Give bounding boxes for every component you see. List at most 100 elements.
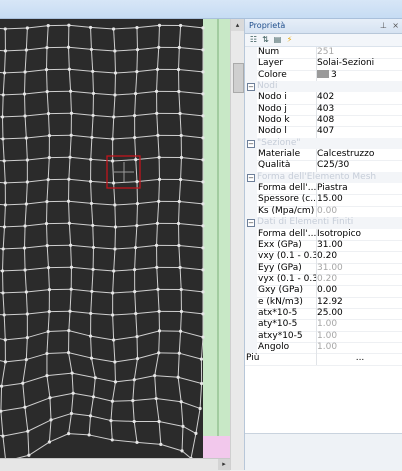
property-value[interactable]: ... [316, 353, 402, 365]
mesh-node [113, 360, 116, 363]
property-row[interactable]: vxy (0.1 - 0.3)0.20 [245, 251, 402, 262]
mesh-node [90, 202, 93, 205]
property-category[interactable]: −Forma dell'Elemento Mesh [245, 172, 402, 183]
property-row[interactable]: Num251 [245, 47, 402, 58]
mesh-edge [47, 373, 72, 376]
mesh-node [23, 224, 26, 227]
mesh-node [45, 46, 48, 49]
property-row[interactable]: Forma dell'...Piastra [245, 183, 402, 194]
mesh-edge [180, 113, 203, 115]
scroll-up-arrow-icon[interactable]: ▴ [231, 19, 244, 31]
property-row[interactable]: Ks (Mpa/cm)0.00 [245, 206, 402, 217]
top-toolbar-strip [0, 0, 402, 19]
mesh-edge [3, 116, 26, 117]
mesh-node [135, 26, 138, 29]
property-row[interactable]: Nodo k408 [245, 115, 402, 126]
mesh-edge [136, 160, 137, 182]
events-lightning-icon[interactable]: ⚡ [285, 35, 294, 44]
property-pages-icon[interactable]: ▤ [273, 35, 282, 44]
row-gutter [245, 274, 257, 285]
property-row[interactable]: e (kN/m3)12.92 [245, 297, 402, 308]
mesh-edge [91, 203, 92, 225]
sort-alpha-icon[interactable]: ⇅ [261, 35, 270, 44]
collapse-icon[interactable]: − [247, 140, 255, 148]
property-row[interactable]: Exx (GPa)31.00 [245, 240, 402, 251]
mesh-node [133, 136, 136, 139]
property-category[interactable]: −Nodi [245, 81, 402, 92]
mesh-node [112, 181, 115, 184]
property-row[interactable]: vyx (0.1 - 0.3)0.20 [245, 274, 402, 285]
mesh-node [48, 440, 51, 443]
mesh-canvas[interactable] [0, 19, 230, 458]
property-row[interactable]: LayerSolai-Sezioni [245, 58, 402, 69]
category-label: Dati di Elementi Finiti [257, 217, 353, 227]
mesh-viewport[interactable] [0, 19, 230, 458]
horizontal-scrollbar[interactable]: ▸ [0, 458, 230, 471]
category-header[interactable]: −"Sezione" [245, 138, 402, 149]
collapse-icon[interactable]: − [247, 83, 255, 91]
mesh-edge [26, 354, 47, 360]
mesh-edge [71, 91, 72, 113]
category-header[interactable]: −Nodi [245, 81, 402, 92]
property-row[interactable]: Nodo j403 [245, 104, 402, 115]
category-header[interactable]: −Dati di Elementi Finiti [245, 217, 402, 228]
mesh-edge [179, 47, 180, 69]
category-header[interactable]: −Forma dell'Elemento Mesh [245, 172, 402, 183]
vertical-scrollbar[interactable]: ▴ [230, 19, 245, 470]
mesh-node [1, 269, 4, 272]
mesh-edge [135, 292, 136, 314]
property-category[interactable]: −"Sezione" [245, 138, 402, 149]
mesh-node [201, 336, 204, 339]
property-row[interactable]: Eyy (GPa)31.00 [245, 263, 402, 274]
mesh-edge [26, 292, 27, 314]
close-icon[interactable]: × [392, 21, 399, 30]
mesh-node [157, 351, 160, 354]
property-row[interactable]: Forma dell'...Isotropico [245, 229, 402, 240]
property-row[interactable]: Spessore (c...15.00 [245, 194, 402, 205]
pin-icon[interactable]: ⊥ [380, 21, 387, 30]
mesh-edge [111, 401, 112, 420]
mesh-node [111, 159, 114, 162]
mesh-edge [50, 398, 51, 420]
property-row[interactable]: Angolo1.00 [245, 342, 402, 353]
mesh-edge [178, 377, 201, 383]
mesh-edge [113, 314, 136, 315]
property-row[interactable]: MaterialeCalcestruzzo [245, 149, 402, 160]
mesh-edge [91, 159, 113, 161]
scroll-thumb[interactable] [233, 63, 244, 93]
mesh-node [25, 358, 28, 361]
property-row[interactable]: atxy*10-51.00 [245, 331, 402, 342]
mesh-edge [23, 383, 25, 407]
property-row[interactable]: Colore3 [245, 70, 402, 81]
property-row[interactable]: atx*10-525.00 [245, 308, 402, 319]
mesh-node [68, 68, 71, 71]
categorized-icon[interactable]: ☷ [249, 35, 258, 44]
mesh-node [92, 246, 95, 249]
mesh-edge [4, 314, 27, 315]
collapse-icon[interactable]: − [247, 219, 255, 227]
mesh-node [70, 412, 73, 415]
property-row[interactable]: Gxy (GPa)0.00 [245, 285, 402, 296]
properties-toolbar: ☷ ⇅ ▤ ⚡ [245, 34, 402, 47]
property-row[interactable]: Nodo l407 [245, 126, 402, 137]
property-category[interactable]: −Dati di Elementi Finiti [245, 217, 402, 228]
property-row[interactable]: QualitàC25/30 [245, 160, 402, 171]
scroll-right-arrow-icon[interactable]: ▸ [218, 459, 230, 470]
mesh-node [133, 268, 136, 271]
mesh-edge [157, 201, 158, 223]
mesh-edge [25, 72, 26, 94]
mesh-edge [179, 179, 180, 201]
mesh-node [67, 432, 70, 435]
property-row[interactable]: Nodo i402 [245, 92, 402, 103]
mesh-edge [71, 245, 94, 247]
property-label: Più [245, 353, 317, 365]
property-row[interactable]: aty*10-51.00 [245, 319, 402, 330]
mesh-edge [25, 204, 26, 226]
color-index: 3 [331, 70, 337, 80]
mesh-node [25, 202, 28, 205]
mesh-node [201, 26, 204, 29]
property-row[interactable]: Più... [245, 353, 402, 364]
mesh-node [94, 376, 97, 379]
row-gutter [245, 149, 257, 160]
collapse-icon[interactable]: − [247, 174, 255, 182]
